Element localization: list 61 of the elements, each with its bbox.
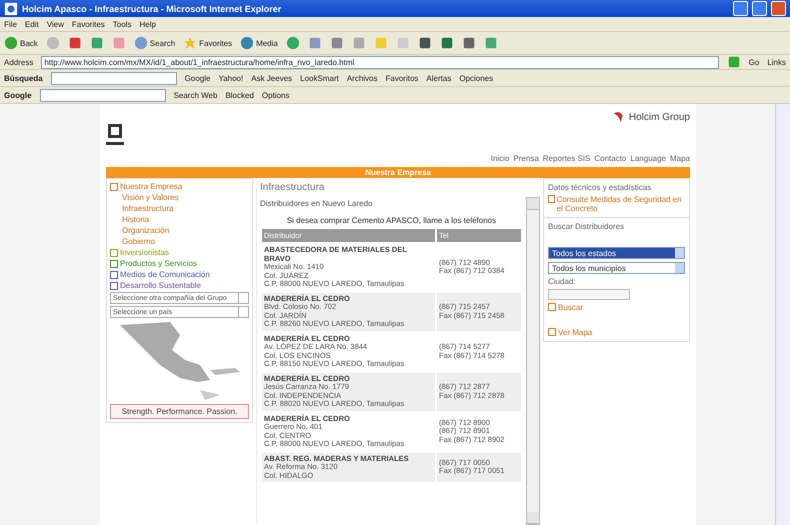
sidebar-item[interactable]: Productos y Servicios — [120, 259, 197, 268]
browser-icon — [4, 2, 18, 16]
go-button[interactable]: Go — [748, 58, 760, 66]
bullet-icon — [548, 328, 556, 336]
bullet-icon — [548, 303, 556, 311]
nav-link[interactable]: Language — [630, 154, 666, 163]
city-field[interactable] — [548, 289, 630, 300]
menu-item[interactable]: Edit — [24, 20, 39, 28]
field-label: Ciudad: — [548, 277, 577, 286]
toolbar-link[interactable]: Options — [262, 90, 290, 100]
select-dropdown[interactable]: Todos los estados — [548, 247, 685, 259]
toolbar-link[interactable]: Blocked — [225, 90, 254, 100]
menu-item[interactable]: Help — [139, 20, 156, 28]
menu-item[interactable]: File — [4, 20, 17, 28]
toolbar-link[interactable]: LookSmart — [300, 74, 339, 82]
google-search-field[interactable] — [40, 88, 166, 102]
nav-link[interactable]: Contacto — [594, 154, 626, 163]
favorites-button[interactable]: Favorites — [199, 38, 232, 48]
sidebar-item[interactable]: Medios de Comunicación — [120, 270, 210, 279]
links-button[interactable]: Links — [767, 58, 786, 66]
section-title-bar: Nuestra Empresa — [106, 167, 690, 178]
toolbar-link[interactable]: Ask Jeeves — [251, 74, 292, 82]
media-button[interactable]: Media — [256, 38, 278, 48]
close-button[interactable] — [771, 1, 786, 16]
star-icon[interactable] — [183, 36, 198, 50]
menu-item[interactable]: View — [46, 20, 64, 28]
menu-item[interactable]: Tools — [112, 20, 132, 28]
panel-title: Datos técnicos y estadísticas — [548, 183, 652, 192]
toolbar-link[interactable]: Alertas — [426, 74, 452, 82]
toolbar-link[interactable]: Google — [184, 74, 210, 82]
address-label: Address — [4, 58, 34, 66]
toolbar-link[interactable]: Yahoo! — [218, 74, 244, 82]
brand-name: Holcim Group — [628, 112, 690, 122]
tagline-banner[interactable]: Strength. Performance. Passion. — [110, 404, 249, 419]
window-title: Holcim Apasco - Infraestructura - Microsoft Internet Explorer — [22, 4, 282, 14]
nav-link[interactable]: Prensa — [513, 154, 539, 163]
note-text: Si desea comprar Cemento APASCO, llame a los teléfonos — [286, 216, 498, 227]
nav-link[interactable]: Inicio — [490, 154, 510, 163]
back-button[interactable]: Back — [20, 38, 38, 48]
nav-link[interactable]: Mapa — [670, 154, 690, 163]
maximize-button[interactable] — [752, 1, 767, 16]
select-dropdown[interactable]: Todos los municipios — [548, 262, 685, 274]
toolbar-link[interactable]: Opciones — [459, 74, 494, 82]
google-label[interactable]: Google — [4, 90, 32, 100]
search-field[interactable] — [50, 72, 177, 84]
minimize-button[interactable] — [733, 1, 748, 16]
toolbar-link[interactable]: Favoritos — [386, 74, 418, 82]
scrollbar[interactable] — [526, 197, 540, 525]
menu-item[interactable]: Favorites — [72, 20, 105, 28]
page-scrollbar[interactable] — [775, 104, 790, 525]
sidebar-item[interactable]: Desarrollo Sustentable — [120, 281, 201, 290]
toolbar-link[interactable]: Search Web — [174, 90, 218, 100]
nav-link[interactable]: Reportes SIS — [542, 154, 590, 163]
panel-title: Buscar Distribuidores — [548, 222, 626, 231]
bullet-icon — [548, 195, 555, 203]
page-subheading: Distribuidores en Nuevo Laredo — [260, 198, 374, 210]
page-heading: Infraestructura — [259, 181, 326, 195]
address-field[interactable]: http://www.holcim.com/mx/MX/id/1_about/1_infraestructura/home/infra_nvo_laredo.html — [41, 56, 719, 68]
search-button[interactable]: Search — [150, 38, 176, 48]
toolbar-link[interactable]: Archivos — [346, 74, 378, 82]
search-toolbar-label[interactable]: Búsqueda — [4, 74, 43, 82]
